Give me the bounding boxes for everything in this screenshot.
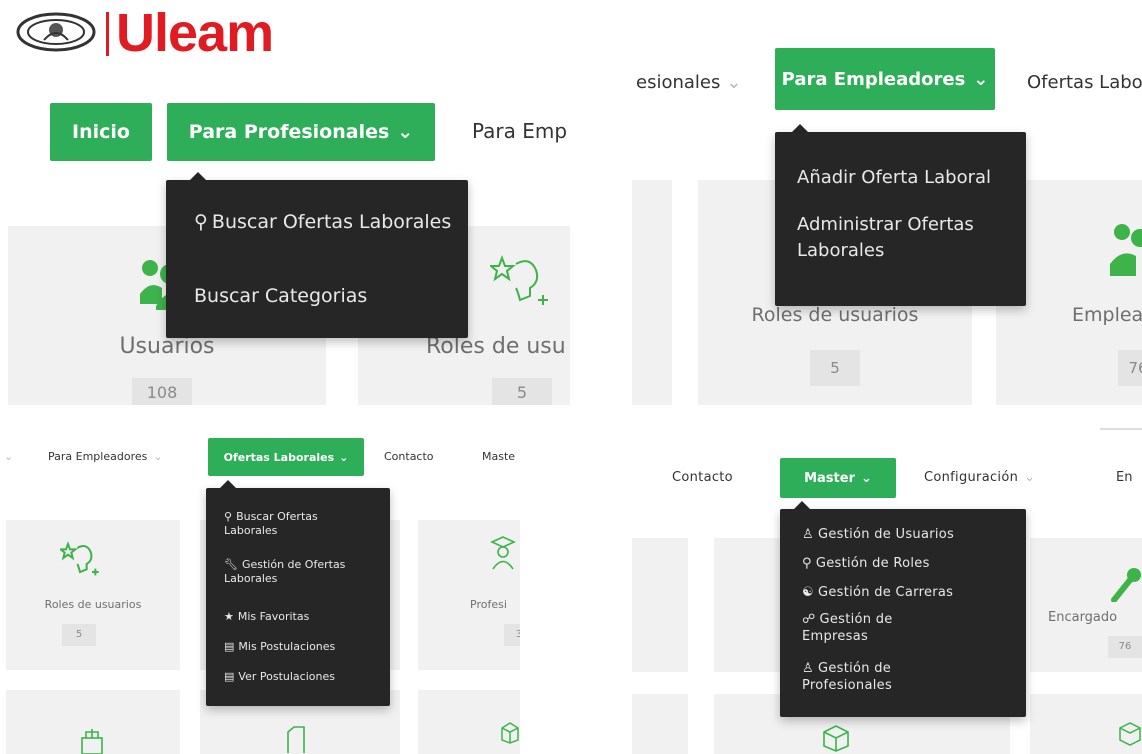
menu-item-gestion-carreras[interactable]: ☯ Gestión de Carreras [802, 585, 953, 602]
card-label: Emplea [1072, 304, 1142, 326]
users-icon [1110, 224, 1142, 276]
chevron-down-icon: ⌄ [339, 450, 349, 464]
count-badge: 5 [62, 624, 96, 646]
stat-card-partial [632, 180, 672, 405]
uleam-logo[interactable]: Uleam [116, 2, 274, 64]
stat-card-bottom [1030, 694, 1142, 754]
chevron-down-icon: ⌄ [4, 450, 14, 463]
menu-item-ver-postulaciones[interactable]: ▤ Ver Postulaciones [224, 670, 335, 684]
box-icon [501, 722, 519, 744]
panel-empleadores-menu: esionales ⌄ Para Empleadores ⌄ Ofertas Lab… [632, 0, 1142, 405]
chevron-down-icon: ⌄ [397, 121, 414, 143]
nav-master-link[interactable]: Maste [482, 450, 515, 463]
nav-inicio-button[interactable]: Inicio [50, 103, 152, 161]
nav-para-empleadores-link[interactable]: Para Emp [472, 119, 567, 143]
nav-contacto-link[interactable]: Contacto [384, 450, 434, 463]
menu-item-mis-postulaciones[interactable]: ▤ Mis Postulaciones [224, 640, 335, 654]
card-label: Profesi [470, 598, 507, 611]
document-icon: ▤ [224, 670, 235, 683]
card-label: Encargado [1048, 610, 1118, 625]
nav-ofertas-laborales-link[interactable]: Ofertas Labo [1027, 72, 1142, 93]
card-label: Roles de usuarios [44, 598, 142, 611]
chevron-down-icon: ⌄ [726, 72, 742, 93]
stat-card-encargados[interactable]: Encargado 76 [1030, 538, 1142, 672]
menu-item-buscar-ofertas[interactable]: ⚲ Buscar Ofertas Laborales [194, 210, 454, 235]
divider [1100, 428, 1142, 430]
count-badge: 3 [504, 624, 520, 646]
nav-en-link[interactable]: En [1116, 470, 1132, 485]
stat-card-profesionales[interactable]: Profesi 3 [418, 520, 520, 670]
users-icon: ♙ [802, 527, 814, 542]
nav-configuracion-link[interactable]: Configuración ⌄ [924, 470, 1035, 485]
building-icon [81, 729, 103, 754]
menu-item-mis-favoritas[interactable]: ★ Mis Favoritas [224, 610, 309, 624]
menu-item-buscar-ofertas[interactable]: ⚲ Buscar Ofertas Laborales [224, 510, 374, 539]
card-label: Roles de usuarios [751, 304, 919, 326]
chevron-down-icon: ⌄ [1024, 470, 1036, 485]
menu-item-gestion-profesionales[interactable]: ♙ Gestión de Profesionales [802, 661, 942, 695]
search-icon: ⚲ [224, 510, 233, 523]
nav-contacto-link[interactable]: Contacto [672, 470, 733, 485]
handshake-icon: ☍ [802, 612, 816, 627]
panel-profesionales-menu: Uleam Inicio Para Profesionales ⌄ Para Em… [0, 0, 570, 405]
stat-card-bottom [6, 690, 180, 754]
menu-caret [190, 172, 206, 180]
menu-item-gestion-usuarios[interactable]: ♙ Gestión de Usuarios [802, 527, 954, 544]
search-icon: ⚲ [194, 211, 208, 233]
wrench-icon [1111, 568, 1141, 602]
menu-item-gestion-empresas[interactable]: ☍ Gestión de Empresas [802, 612, 942, 646]
document-icon [287, 726, 305, 753]
users-icon: ♙ [802, 661, 814, 676]
menu-item-administrar-ofertas[interactable]: Administrar Ofertas Laborales [797, 212, 1007, 264]
stat-card-partial [632, 538, 688, 672]
box-icon [1119, 722, 1141, 746]
menu-caret [792, 124, 808, 132]
menu-caret [794, 501, 810, 509]
count-badge: 76 [1108, 636, 1142, 658]
nav-para-profesionales-button[interactable]: Para Profesionales ⌄ [167, 103, 435, 161]
chevron-down-icon: ⌄ [153, 450, 163, 463]
nav-para-profesionales-link[interactable]: esionales ⌄ [636, 72, 741, 93]
document-icon: ▤ [224, 640, 235, 653]
nav-para-empleadores-link[interactable]: Para Empleadores ⌄ [48, 450, 163, 463]
menu-item-gestion-roles[interactable]: ⚲ Gestión de Roles [802, 556, 930, 573]
count-badge: 76 [1118, 350, 1142, 386]
roles-icon [60, 541, 99, 576]
stat-card-bottom [632, 694, 688, 754]
menu-item-buscar-categorias[interactable]: Buscar Categorias [194, 284, 367, 309]
university-seal-icon [16, 12, 96, 52]
master-dropdown: ♙ Gestión de Usuarios ⚲ Gestión de Roles ☯… [780, 509, 1026, 717]
count-badge: 5 [492, 378, 552, 405]
count-badge: 108 [132, 378, 192, 405]
user-outline-icon: ⚲ [802, 556, 812, 571]
panel-master-menu: Contacto Master ⌄ Configuración ⌄ En Encar… [632, 418, 1142, 754]
nav-para-empleadores-button[interactable]: Para Empleadores ⌄ [775, 48, 995, 110]
menu-caret [220, 480, 236, 488]
menu-item-gestion-ofertas[interactable]: 🔧︎ Gestión de Ofertas Laborales [224, 558, 374, 587]
logo-divider [106, 12, 109, 56]
stat-card-roles[interactable]: Roles de usuarios 5 [6, 520, 180, 670]
menu-item-anadir-oferta[interactable]: Añadir Oferta Laboral [797, 166, 991, 189]
box-icon [823, 725, 849, 752]
university-icon: ☯ [802, 585, 814, 600]
nav-ofertas-laborales-button[interactable]: Ofertas Laborales ⌄ [208, 438, 364, 476]
stat-card-bottom [418, 690, 520, 754]
nav-master-button[interactable]: Master ⌄ [780, 458, 896, 498]
star-icon: ★ [224, 610, 234, 623]
wrench-icon: 🔧︎ [224, 558, 238, 571]
graduate-icon [490, 536, 516, 570]
chevron-down-icon: ⌄ [973, 68, 989, 90]
profesionales-dropdown: ⚲ Buscar Ofertas Laborales Buscar Categor… [166, 180, 468, 338]
panel-ofertas-menu: ⌄ Para Empleadores ⌄ Ofertas Laborales ⌄ C… [0, 418, 520, 754]
empleadores-dropdown: Añadir Oferta Laboral Administrar Oferta… [775, 132, 1026, 306]
chevron-down-icon: ⌄ [860, 470, 872, 486]
count-badge: 5 [810, 350, 860, 386]
ofertas-dropdown: ⚲ Buscar Ofertas Laborales 🔧︎ Gestión de O… [206, 488, 390, 706]
roles-icon [490, 255, 548, 305]
